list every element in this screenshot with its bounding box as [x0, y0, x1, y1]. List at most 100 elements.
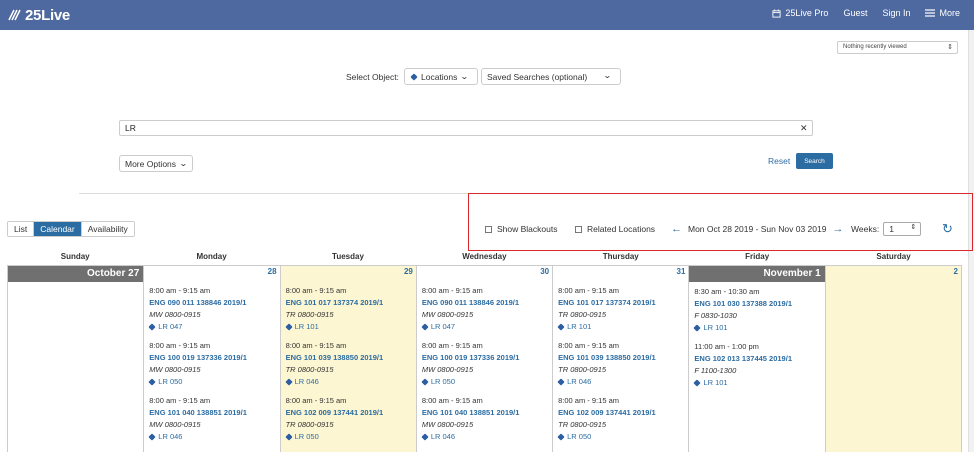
nav-guest[interactable]: Guest — [843, 8, 867, 18]
calendar-event[interactable]: 8:00 am - 9:15 am ENG 090 011 138846 201… — [417, 285, 552, 333]
day-date-label[interactable]: 2 — [826, 266, 961, 278]
event-title-link[interactable]: ENG 090 011 138846 2019/1 — [149, 297, 279, 309]
event-location: LR 046 — [294, 377, 319, 386]
logo-icon — [8, 9, 21, 21]
event-title-link[interactable]: ENG 101 039 138850 2019/1 — [286, 352, 416, 364]
view-calendar-button[interactable]: Calendar — [34, 222, 82, 236]
event-location-link[interactable]: LR 046 — [284, 376, 416, 388]
stepper-arrows-icon[interactable]: ⇕ — [910, 223, 916, 231]
day-header: Friday — [745, 252, 770, 261]
calendar-event[interactable]: 8:00 am - 9:15 am ENG 101 039 138850 201… — [553, 340, 688, 388]
event-title-link[interactable]: ENG 101 040 138851 2019/1 — [149, 407, 279, 419]
refresh-icon[interactable]: ↻ — [942, 221, 953, 237]
event-title-link[interactable]: ENG 102 009 137441 2019/1 — [558, 407, 688, 419]
reset-link[interactable]: Reset — [768, 156, 790, 166]
event-location-link[interactable]: LR 101 — [693, 377, 824, 389]
event-title-link[interactable]: ENG 101 040 138851 2019/1 — [422, 407, 552, 419]
event-schedule: MW 0800-0915 — [149, 420, 201, 429]
calendar-event[interactable]: 8:30 am - 10:30 am ENG 101 030 137388 20… — [689, 286, 824, 334]
calendar-event[interactable]: 8:00 am - 9:15 am ENG 101 017 137374 201… — [281, 285, 416, 333]
calendar-day-cell[interactable]: 28 8:00 am - 9:15 am ENG 090 011 138846 … — [144, 265, 281, 452]
day-date-label[interactable]: 29 — [281, 266, 416, 278]
event-title-link[interactable]: ENG 102 009 137441 2019/1 — [286, 407, 416, 419]
location-cube-icon — [557, 433, 565, 441]
app-logo[interactable]: 25Live — [8, 6, 70, 24]
nav-sign-in[interactable]: Sign In — [882, 8, 910, 18]
event-title-link[interactable]: ENG 100 019 137336 2019/1 — [422, 352, 552, 364]
event-location-link[interactable]: LR 050 — [421, 376, 552, 388]
day-date-label[interactable]: November 1 — [689, 266, 825, 282]
calendar-event[interactable]: 8:00 am - 9:15 am ENG 100 019 137336 201… — [144, 340, 279, 388]
calendar-event[interactable]: 8:00 am - 9:15 am ENG 100 019 137336 201… — [417, 340, 552, 388]
calendar-day-cell[interactable]: 30 8:00 am - 9:15 am ENG 090 011 138846 … — [416, 265, 554, 452]
location-cube-icon — [693, 324, 702, 332]
search-button[interactable]: Search — [796, 153, 833, 169]
calendar-icon — [772, 8, 781, 18]
calendar-event[interactable]: 8:00 am - 9:15 am ENG 101 039 138850 201… — [281, 340, 416, 388]
top-navigation-bar: 25Live 25Live Pro Guest Sign In More — [0, 0, 974, 30]
recently-viewed-select[interactable]: Nothing recently viewed ⇕ — [837, 41, 958, 54]
object-type-dropdown[interactable]: Locations ⌄ — [404, 68, 478, 85]
day-date-label[interactable]: 31 — [553, 266, 688, 278]
weeks-stepper[interactable]: 1 ⇕ — [883, 222, 922, 236]
event-location-link[interactable]: LR 050 — [148, 376, 279, 388]
event-location-link[interactable]: LR 046 — [557, 376, 688, 388]
view-list-button[interactable]: List — [8, 222, 35, 236]
event-location-link[interactable]: LR 047 — [148, 321, 279, 333]
clear-search-icon[interactable]: ✕ — [800, 123, 808, 134]
calendar-event[interactable]: 8:00 am - 9:15 am ENG 090 011 138846 201… — [144, 285, 279, 333]
event-location-link[interactable]: LR 046 — [148, 431, 279, 443]
event-location-link[interactable]: LR 101 — [693, 322, 824, 334]
event-time: 8:30 am - 10:30 am — [694, 287, 760, 296]
event-location-link[interactable]: LR 050 — [284, 431, 416, 443]
weeks-value: 1 — [889, 224, 894, 234]
nav-more[interactable]: More — [925, 8, 960, 18]
event-title-link[interactable]: ENG 090 011 138846 2019/1 — [422, 297, 552, 309]
calendar-event[interactable]: 8:00 am - 9:15 am ENG 102 009 137441 201… — [553, 395, 688, 443]
related-locations-option[interactable]: Related Locations — [575, 224, 655, 234]
day-date-label[interactable]: 30 — [417, 266, 552, 278]
event-title-link[interactable]: ENG 101 039 138850 2019/1 — [558, 352, 688, 364]
event-time: 8:00 am - 9:15 am — [421, 396, 483, 405]
event-time: 8:00 am - 9:15 am — [149, 286, 211, 295]
arrow-left-icon[interactable]: ← — [671, 223, 682, 235]
saved-searches-dropdown[interactable]: Saved Searches (optional) ⌄ — [481, 68, 621, 85]
show-blackouts-checkbox[interactable] — [485, 225, 492, 233]
event-title-link[interactable]: ENG 101 017 137374 2019/1 — [286, 297, 416, 309]
calendar-event[interactable]: 8:00 am - 9:15 am ENG 101 040 138851 201… — [144, 395, 279, 443]
location-cube-icon — [148, 378, 156, 386]
event-location-link[interactable]: LR 050 — [557, 431, 688, 443]
day-date-label[interactable]: October 27 — [8, 266, 144, 282]
event-location-link[interactable]: LR 046 — [421, 431, 552, 443]
show-blackouts-label: Show Blackouts — [497, 224, 558, 234]
event-location-link[interactable]: LR 101 — [557, 321, 688, 333]
day-date-label[interactable]: 28 — [144, 266, 279, 278]
event-title-link[interactable]: ENG 101 030 137388 2019/1 — [694, 298, 824, 310]
calendar-day-cell[interactable]: November 1 8:30 am - 10:30 am ENG 101 03… — [689, 265, 826, 452]
event-location-link[interactable]: LR 047 — [421, 321, 552, 333]
calendar-day-cell[interactable]: October 27 — [8, 265, 145, 452]
location-cube-icon — [557, 378, 565, 386]
calendar-day-cell-today[interactable]: 29 8:00 am - 9:15 am ENG 101 017 137374 … — [280, 265, 417, 452]
calendar-event[interactable]: 8:00 am - 9:15 am ENG 101 040 138851 201… — [417, 395, 552, 443]
show-blackouts-option[interactable]: Show Blackouts — [485, 224, 557, 234]
event-location-link[interactable]: LR 101 — [284, 321, 416, 333]
object-type-value: Locations — [421, 71, 458, 82]
search-input[interactable] — [119, 120, 813, 136]
event-schedule: MW 0800-0915 — [149, 365, 201, 374]
arrow-right-icon[interactable]: → — [832, 223, 843, 235]
event-schedule: MW 0800-0915 — [149, 310, 201, 319]
calendar-day-cell[interactable]: 31 8:00 am - 9:15 am ENG 101 017 137374 … — [553, 265, 690, 452]
calendar-event[interactable]: 8:00 am - 9:15 am ENG 101 017 137374 201… — [553, 285, 688, 333]
view-availability-button[interactable]: Availability — [81, 222, 134, 236]
related-locations-checkbox[interactable] — [575, 225, 582, 233]
calendar-event[interactable]: 8:00 am - 9:15 am ENG 102 009 137441 201… — [281, 395, 416, 443]
event-title-link[interactable]: ENG 101 017 137374 2019/1 — [558, 297, 688, 309]
event-title-link[interactable]: ENG 102 013 137445 2019/1 — [694, 353, 824, 365]
more-options-button[interactable]: More Options ⌄ — [119, 155, 193, 172]
nav-25live-pro[interactable]: 25Live Pro — [772, 8, 828, 18]
event-location: LR 101 — [567, 322, 592, 331]
event-title-link[interactable]: ENG 100 019 137336 2019/1 — [149, 352, 279, 364]
calendar-day-cell[interactable]: 2 — [825, 265, 962, 452]
calendar-event[interactable]: 11:00 am - 1:00 pm ENG 102 013 137445 20… — [689, 341, 824, 389]
